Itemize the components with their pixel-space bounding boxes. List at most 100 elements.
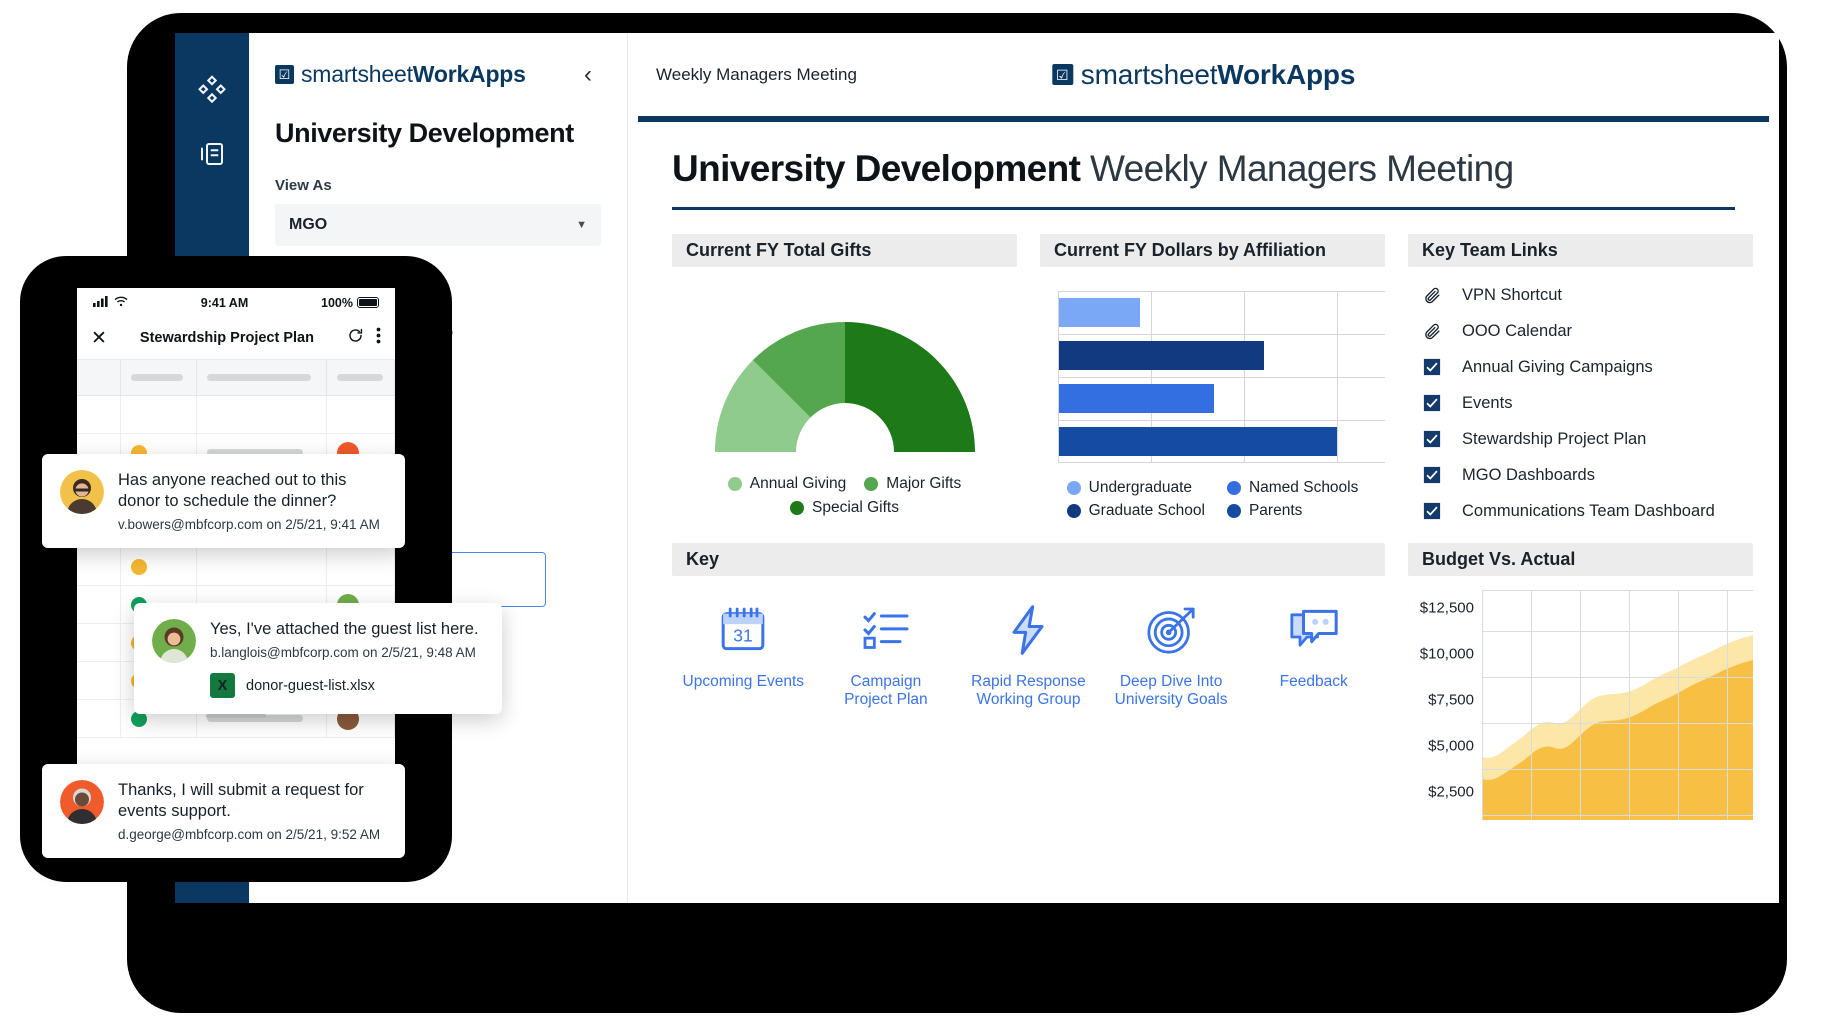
documents-icon[interactable] — [197, 139, 227, 169]
paperclip-icon — [1422, 321, 1442, 341]
widget-title: Budget Vs. Actual — [1408, 543, 1753, 576]
dashboard-content: University Development Weekly Managers M… — [628, 122, 1779, 820]
legend-swatch — [1067, 504, 1081, 518]
legend-swatch — [1227, 481, 1241, 495]
page-title-bold: University Development — [672, 148, 1080, 189]
sidebar-header: ☑ smartsheetWorkApps ‹ — [275, 61, 601, 88]
link-mgo-dashboards[interactable]: MGO Dashboards — [1422, 465, 1753, 485]
comment-card: Has anyone reached out to this donor to … — [42, 454, 405, 548]
comment-card: Thanks, I will submit a request for even… — [42, 764, 405, 858]
link-vpn-shortcut[interactable]: VPN Shortcut — [1422, 285, 1753, 305]
key-label: Upcoming Events — [683, 673, 804, 691]
lightning-bolt-icon — [1000, 602, 1056, 663]
brand-name-bold: WorkApps — [413, 61, 526, 87]
battery-icon — [357, 297, 379, 308]
key-feedback[interactable]: Feedback — [1242, 602, 1385, 710]
legend-swatch — [790, 501, 804, 515]
collapse-sidebar-button[interactable]: ‹ — [575, 62, 601, 88]
workapps-grid-icon[interactable] — [197, 73, 227, 103]
link-events[interactable]: Events — [1422, 393, 1753, 413]
link-label: VPN Shortcut — [1462, 286, 1562, 305]
link-label: Annual Giving Campaigns — [1462, 358, 1653, 377]
table-row[interactable] — [77, 396, 395, 434]
legend-label: Graduate School — [1089, 502, 1205, 520]
y-tick-label: $12,500 — [1420, 600, 1474, 617]
key-deep-dive-into-university-goals[interactable]: Deep Dive Into University Goals — [1100, 602, 1243, 710]
widget-title: Key Team Links — [1408, 234, 1753, 267]
brand-name-thin: smartsheet — [301, 61, 413, 87]
key-shortcut-row: 31 Upcoming Events — [672, 576, 1385, 710]
checklist-icon — [858, 602, 914, 663]
checkbox-icon — [1422, 393, 1442, 413]
legend-item: Undergraduate — [1067, 479, 1205, 497]
refresh-icon[interactable] — [347, 327, 364, 349]
widget-key: Key 31 — [672, 543, 1385, 820]
svg-text:31: 31 — [734, 626, 753, 646]
key-label: Rapid Response Working Group — [971, 673, 1086, 710]
team-links-list: VPN Shortcut OOO Calendar — [1408, 267, 1753, 521]
link-label: Events — [1462, 394, 1512, 413]
area-chart: $12,500 $10,000 $7,500 $5,000 $2,500 — [1408, 590, 1753, 820]
selected-cell-outline — [441, 552, 546, 607]
phone-nav-bar: ✕ Stewardship Project Plan — [77, 317, 395, 360]
link-stewardship-project-plan[interactable]: Stewardship Project Plan — [1422, 429, 1753, 449]
avatar — [60, 470, 104, 514]
key-label: Feedback — [1280, 673, 1348, 691]
table-row[interactable] — [77, 548, 395, 586]
paperclip-icon — [1422, 285, 1442, 305]
comment-attachment[interactable]: X donor-guest-list.xlsx — [210, 673, 479, 698]
link-label: Communications Team Dashboard — [1462, 502, 1715, 521]
link-annual-giving-campaigns[interactable]: Annual Giving Campaigns — [1422, 357, 1753, 377]
bar-undergraduate — [1059, 298, 1140, 327]
attachment-filename: donor-guest-list.xlsx — [246, 678, 375, 694]
link-communications-team-dashboard[interactable]: Communications Team Dashboard — [1422, 501, 1753, 521]
link-label: Stewardship Project Plan — [1462, 430, 1646, 449]
smartsheet-mark-icon: ☑ — [1052, 64, 1073, 85]
more-vertical-icon[interactable] — [376, 327, 381, 349]
gauge-chart — [672, 281, 1017, 459]
target-icon — [1143, 602, 1199, 663]
close-icon[interactable]: ✕ — [91, 327, 107, 350]
key-campaign-project-plan[interactable]: Campaign Project Plan — [815, 602, 958, 710]
legend-swatch — [1067, 481, 1081, 495]
chevron-down-icon: ▼ — [576, 219, 587, 231]
area-series-svg — [1482, 590, 1753, 820]
legend-item: Major Gifts — [864, 475, 961, 493]
widget-title: Key — [672, 543, 1385, 576]
legend-swatch — [1227, 504, 1241, 518]
legend-label: Major Gifts — [886, 475, 961, 493]
key-rapid-response-working-group[interactable]: Rapid Response Working Group — [957, 602, 1100, 710]
view-as-value: MGO — [289, 216, 327, 234]
key-upcoming-events[interactable]: 31 Upcoming Events — [672, 602, 815, 710]
comment-meta: d.george@mbfcorp.com on 2/5/21, 9:52 AM — [118, 827, 387, 842]
legend-label: Special Gifts — [812, 499, 899, 517]
link-ooo-calendar[interactable]: OOO Calendar — [1422, 321, 1753, 341]
comment-text: Yes, I've attached the guest list here. — [210, 619, 479, 640]
title-divider — [672, 207, 1735, 210]
app-title: University Development — [275, 118, 601, 149]
bar-parents — [1059, 427, 1337, 456]
widget-grid: Current FY Total Gifts — [672, 234, 1735, 820]
avatar — [60, 780, 104, 824]
legend-swatch — [728, 477, 742, 491]
widget-current-fy-total-gifts: Current FY Total Gifts — [672, 234, 1017, 521]
bar-named-schools — [1059, 384, 1214, 413]
checkbox-icon — [1422, 501, 1442, 521]
half-donut-gauge-svg — [700, 307, 990, 459]
legend-item: Parents — [1227, 502, 1358, 520]
view-as-select[interactable]: MGO ▼ — [275, 204, 601, 246]
legend-swatch — [864, 477, 878, 491]
chat-bubble-icon — [1286, 602, 1342, 663]
y-tick-label: $10,000 — [1420, 646, 1474, 663]
checkbox-icon — [1422, 465, 1442, 485]
phone-sheet-grid[interactable] — [77, 360, 395, 780]
excel-file-icon: X — [210, 673, 235, 698]
key-label: Campaign Project Plan — [844, 673, 928, 710]
breadcrumb[interactable]: Weekly Managers Meeting — [656, 65, 857, 85]
phone-status-battery-label: 100% — [321, 296, 353, 310]
area-plot — [1482, 590, 1753, 820]
phone-status-time: 9:41 AM — [201, 296, 248, 310]
main-header: Weekly Managers Meeting ☑ smartsheetWork… — [628, 33, 1779, 116]
widget-budget-vs-actual: Budget Vs. Actual $12,500 $10,000 $7,500… — [1408, 543, 1753, 820]
bar-graduate-school — [1059, 341, 1264, 370]
